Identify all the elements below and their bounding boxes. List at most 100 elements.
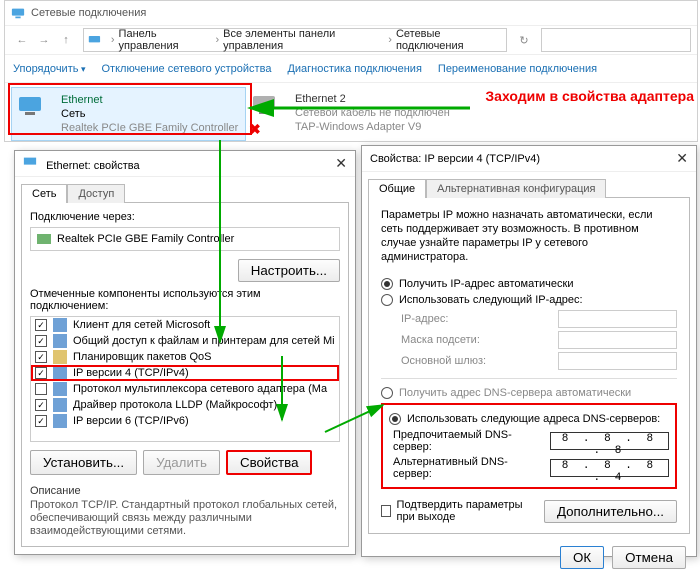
component-label: Планировщик пакетов QoS — [73, 351, 212, 363]
checkbox[interactable] — [35, 335, 47, 347]
breadcrumb[interactable]: Панель управления — [119, 28, 212, 52]
nic-icon — [37, 232, 51, 246]
chevron-right-icon: › — [215, 34, 219, 46]
adapter-device: Realtek PCIe GBE Family Controller — [61, 121, 238, 135]
radio[interactable] — [381, 278, 393, 290]
component-label: IP версии 4 (TCP/IPv4) — [73, 367, 189, 379]
radio-auto-dns: Получить адрес DNS-сервера автоматически — [381, 387, 677, 399]
disconnected-icon: ✖ — [249, 121, 261, 138]
ip-address-label: IP-адрес: — [401, 313, 550, 325]
checkbox[interactable] — [381, 505, 391, 517]
cancel-button[interactable]: Отмена — [612, 546, 686, 569]
checkbox[interactable] — [35, 367, 47, 379]
window-title: Сетевые подключения — [31, 7, 146, 19]
component-icon — [53, 414, 67, 428]
dialog-buttons: ОК Отмена — [362, 540, 696, 575]
uninstall-button[interactable]: Удалить — [143, 450, 220, 475]
chevron-right-icon: › — [111, 34, 115, 46]
advanced-button[interactable]: Дополнительно... — [544, 500, 677, 523]
tab-network[interactable]: Сеть — [21, 184, 67, 203]
description-text: Протокол TCP/IP. Стандартный протокол гл… — [30, 499, 340, 538]
configure-button[interactable]: Настроить... — [238, 259, 340, 282]
component-label: Протокол мультиплексора сетевого адаптер… — [73, 383, 327, 395]
list-item[interactable]: Клиент для сетей Microsoft — [31, 317, 339, 333]
radio-label: Получить IP-адрес автоматически — [399, 278, 573, 290]
radio-manual-dns[interactable]: Использовать следующие адреса DNS-сервер… — [389, 413, 669, 425]
network-icon — [23, 155, 37, 169]
breadcrumb[interactable]: Все элементы панели управления — [223, 28, 384, 52]
radio[interactable] — [389, 413, 401, 425]
nav-row: ← → ↑ › Панель управления › Все элементы… — [5, 25, 697, 55]
gateway-label: Основной шлюз: — [401, 355, 550, 367]
component-icon — [53, 350, 67, 364]
checkbox[interactable] — [35, 399, 47, 411]
install-button[interactable]: Установить... — [30, 450, 137, 475]
device-name: Realtek PCIe GBE Family Controller — [57, 233, 234, 245]
address-bar[interactable]: › Панель управления › Все элементы панел… — [83, 28, 507, 52]
validate-on-exit[interactable]: Подтвердить параметры при выходе Дополни… — [381, 499, 677, 523]
checkbox[interactable] — [35, 383, 47, 395]
radio — [381, 387, 393, 399]
checkbox[interactable] — [35, 351, 47, 363]
component-icon — [53, 382, 67, 396]
list-item-ipv4[interactable]: IP версии 4 (TCP/IPv4) — [31, 365, 339, 381]
checkbox[interactable] — [35, 319, 47, 331]
rename[interactable]: Переименование подключения — [438, 63, 597, 75]
up-button[interactable]: ↑ — [55, 29, 77, 51]
dialog-title: Ethernet: свойства — [46, 160, 140, 172]
list-item[interactable]: IP версии 6 (TCP/IPv6) — [31, 413, 339, 429]
properties-button[interactable]: Свойства — [226, 450, 313, 475]
organize-menu[interactable]: Упорядочить — [13, 63, 86, 75]
tab-access[interactable]: Доступ — [67, 184, 125, 203]
adapter-device: TAP-Windows Adapter V9 — [295, 120, 450, 134]
search-input[interactable] — [541, 28, 691, 52]
adapter-name: Ethernet 2 — [295, 92, 450, 106]
adapter-ethernet[interactable]: Ethernet Сеть Realtek PCIe GBE Family Co… — [11, 87, 246, 141]
dialog-title: Свойства: IP версии 4 (TCP/IPv4) — [370, 153, 540, 165]
checkbox-label: Подтвердить параметры при выходе — [397, 499, 538, 523]
forward-button[interactable]: → — [33, 29, 55, 51]
adapter-status: Сетевой кабель не подключен — [295, 106, 450, 120]
list-item[interactable]: Планировщик пакетов QoS — [31, 349, 339, 365]
list-item[interactable]: Драйвер протокола LLDP (Майкрософт) — [31, 397, 339, 413]
disable-device[interactable]: Отключение сетевого устройства — [102, 63, 272, 75]
radio-manual-ip[interactable]: Использовать следующий IP-адрес: — [381, 294, 677, 306]
radio-label: Использовать следующий IP-адрес: — [399, 294, 583, 306]
alt-dns-label: Альтернативный DNS-сервер: — [393, 456, 542, 480]
tab-general[interactable]: Общие — [368, 179, 426, 198]
alt-dns-field[interactable]: 8 . 8 . 8 . 4 — [550, 459, 669, 477]
preferred-dns-field[interactable]: 8 . 8 . 8 . 8 — [550, 432, 669, 450]
tab-pane: Параметры IP можно назначать автоматичес… — [368, 197, 690, 534]
ip-address-field — [558, 310, 677, 328]
adapter-ethernet2[interactable]: ✖ Ethernet 2 Сетевой кабель не подключен… — [246, 87, 481, 141]
back-button[interactable]: ← — [11, 29, 33, 51]
ethernet-properties-dialog: Ethernet: свойства ✕ Сеть Доступ Подключ… — [14, 150, 356, 555]
list-item[interactable]: Общий доступ к файлам и принтерам для се… — [31, 333, 339, 349]
breadcrumb[interactable]: Сетевые подключения — [396, 28, 502, 52]
dialog-titlebar: Свойства: IP версии 4 (TCP/IPv4) ✕ — [362, 146, 696, 172]
dialog-titlebar: Ethernet: свойства ✕ — [15, 151, 355, 177]
titlebar: Сетевые подключения — [5, 1, 697, 25]
diagnose[interactable]: Диагностика подключения — [287, 63, 421, 75]
adapter-name: Ethernet — [61, 93, 238, 107]
preferred-dns-label: Предпочитаемый DNS-сервер: — [393, 429, 542, 453]
network-icon — [11, 6, 25, 20]
radio-auto-ip[interactable]: Получить IP-адрес автоматически — [381, 278, 677, 290]
checkbox[interactable] — [35, 415, 47, 427]
refresh-button[interactable]: ↻ — [513, 29, 535, 51]
component-icon — [53, 334, 67, 348]
close-button[interactable]: ✕ — [676, 150, 688, 167]
radio-label: Использовать следующие адреса DNS-сервер… — [407, 413, 660, 425]
tab-alt-config[interactable]: Альтернативная конфигурация — [426, 179, 606, 198]
adapter-status: Сеть — [61, 107, 238, 121]
components-list[interactable]: Клиент для сетей Microsoft Общий доступ … — [30, 316, 340, 442]
close-button[interactable]: ✕ — [335, 155, 347, 172]
device-box: Realtek PCIe GBE Family Controller — [30, 227, 340, 251]
ok-button[interactable]: ОК — [560, 546, 604, 569]
annotation-text: Заходим в свойства адаптера — [485, 88, 694, 104]
dns-group-highlight: Использовать следующие адреса DNS-сервер… — [381, 403, 677, 489]
chevron-right-icon: › — [388, 34, 392, 46]
intro-text: Параметры IP можно назначать автоматичес… — [381, 208, 677, 264]
list-item[interactable]: Протокол мультиплексора сетевого адаптер… — [31, 381, 339, 397]
radio[interactable] — [381, 294, 393, 306]
